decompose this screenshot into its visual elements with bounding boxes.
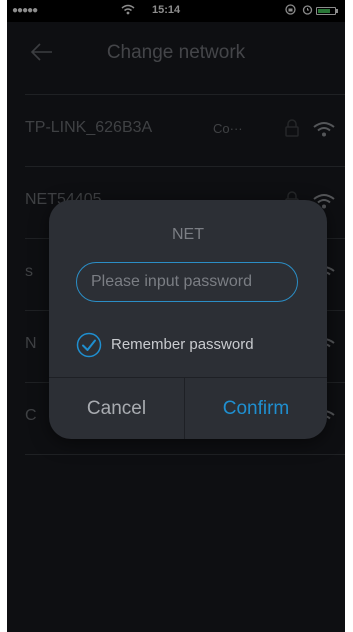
confirm-button[interactable]: Confirm [185,378,327,439]
phone-screen: ●●●●● 15:14 Change network TP-LINK_626B3… [7,0,345,632]
dialog-buttons: Cancel Confirm [49,377,327,439]
remember-password-label: Remember password [111,336,254,353]
dialog-title: NET [172,226,204,243]
cancel-button[interactable]: Cancel [49,378,184,439]
checkmark-circle-icon [76,332,102,358]
password-input[interactable] [76,262,298,302]
password-dialog: NET Remember password Cancel Confirm [49,200,327,439]
